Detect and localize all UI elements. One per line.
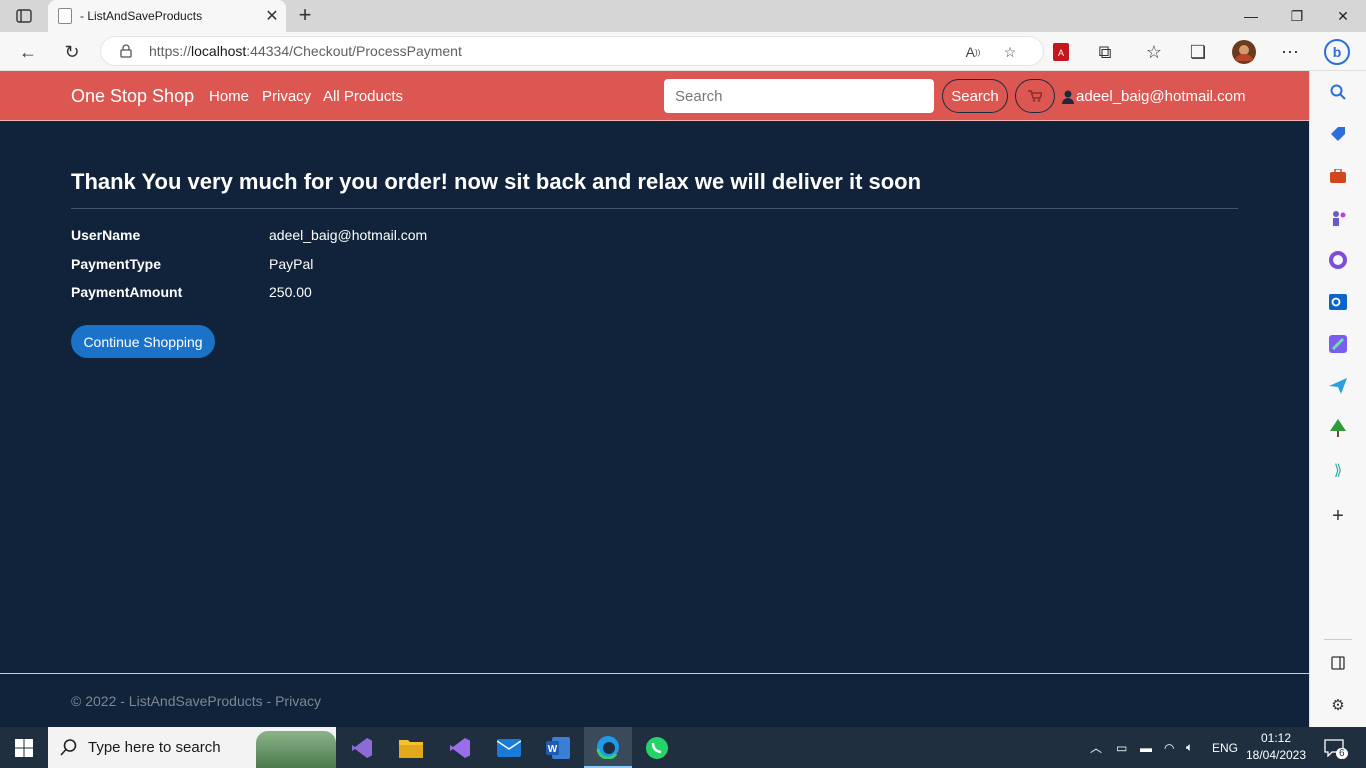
clock-time: 01:12: [1260, 731, 1292, 745]
favorites-icon[interactable]: ☆: [1139, 37, 1169, 67]
tab-actions-icon[interactable]: [10, 6, 38, 26]
read-aloud-icon[interactable]: A)): [961, 40, 985, 64]
search-highlight-image: [256, 731, 336, 768]
page-favicon-icon: [58, 8, 72, 24]
search-icon: [60, 739, 77, 756]
divider: [71, 208, 1238, 209]
microsoft-365-icon[interactable]: [1328, 250, 1348, 270]
username-label: UserName: [71, 227, 141, 243]
meet-now-icon[interactable]: ▭: [1116, 727, 1127, 768]
clock[interactable]: 01:12 18/04/2023: [1244, 730, 1308, 764]
windows-logo-icon: [15, 738, 33, 757]
designer-icon[interactable]: [1328, 334, 1348, 354]
restore-button[interactable]: ❐: [1274, 0, 1320, 32]
close-tab-icon[interactable]: ✕: [258, 6, 286, 26]
payment-type-label: PaymentType: [71, 256, 161, 272]
taskbar-search-placeholder: Type here to search: [88, 739, 221, 756]
edge-sidebar: ⟫ + ⚙: [1309, 71, 1366, 727]
cart-icon: [1028, 90, 1042, 102]
notification-count-badge: 6: [1336, 748, 1348, 759]
svg-text:b: b: [1333, 44, 1342, 60]
footer-privacy-link[interactable]: Privacy: [275, 693, 321, 709]
tree-icon[interactable]: [1328, 418, 1348, 438]
tools-briefcase-icon[interactable]: [1328, 166, 1348, 186]
brand-logo-link[interactable]: One Stop Shop: [71, 86, 194, 107]
footer: © 2022 - ListAndSaveProducts - Privacy: [71, 693, 321, 709]
svg-text:A: A: [1058, 48, 1064, 58]
bing-copilot-icon[interactable]: b: [1322, 37, 1352, 67]
browser-toolbar: ← ↻ https://localhost:44334/Checkout/Pro…: [0, 32, 1366, 71]
file-explorer-icon[interactable]: [387, 727, 435, 768]
payment-amount-value: 250.00: [269, 284, 312, 300]
thank-you-heading: Thank You very much for you order! now s…: [71, 169, 922, 194]
user-email: adeel_baig@hotmail.com: [1076, 88, 1246, 105]
nav-link-all-products[interactable]: All Products: [323, 88, 403, 105]
search-icon[interactable]: [1328, 82, 1348, 102]
new-tab-button[interactable]: +: [292, 3, 318, 29]
extensions-icon[interactable]: ⧉: [1090, 37, 1120, 67]
more-options-icon[interactable]: ⋯: [1275, 37, 1305, 67]
footer-copyright: © 2022 - ListAndSaveProducts -: [71, 693, 276, 709]
show-hidden-icons-chevron-icon[interactable]: ︿: [1090, 727, 1102, 768]
browser-tab[interactable]: - ListAndSaveProducts ✕: [48, 0, 286, 32]
shopping-tag-icon[interactable]: [1328, 124, 1348, 144]
address-bar[interactable]: https://localhost:44334/Checkout/Process…: [100, 36, 1044, 66]
url-text: https://localhost:44334/Checkout/Process…: [149, 43, 462, 59]
visual-studio-icon[interactable]: [436, 727, 484, 768]
wave-icon[interactable]: ⟫: [1328, 460, 1348, 480]
payment-amount-label: PaymentAmount: [71, 284, 183, 300]
add-favorite-icon[interactable]: ☆: [998, 40, 1022, 64]
send-icon[interactable]: [1328, 376, 1348, 396]
games-icon[interactable]: [1328, 208, 1348, 228]
site-navbar: One Stop Shop Home Privacy All Products …: [0, 71, 1309, 121]
windows-taskbar: Type here to search W ︿ ▭ ▬ ◠ 🔈︎ ENG 01:…: [0, 727, 1366, 768]
word-icon[interactable]: W: [534, 727, 582, 768]
hide-sidebar-icon[interactable]: [1328, 653, 1348, 673]
browser-tab-bar: - ListAndSaveProducts ✕ + — ❐ ✕: [0, 0, 1366, 32]
continue-shopping-button[interactable]: Continue Shopping: [71, 325, 215, 358]
payment-type-value: PayPal: [269, 256, 314, 272]
outlook-icon[interactable]: [1328, 292, 1348, 312]
pdf-extension-icon[interactable]: A: [1046, 37, 1076, 67]
tab-title: - ListAndSaveProducts: [80, 9, 203, 23]
settings-gear-icon[interactable]: ⚙: [1328, 695, 1348, 715]
nav-link-privacy[interactable]: Privacy: [262, 88, 311, 105]
user-account-link[interactable]: adeel_baig@hotmail.com: [1062, 88, 1246, 105]
notifications-button[interactable]: 6: [1324, 727, 1348, 768]
windows-start-button[interactable]: [0, 727, 48, 768]
username-value: adeel_baig@hotmail.com: [269, 227, 428, 243]
close-window-button[interactable]: ✕: [1320, 0, 1366, 32]
sidebar-divider: [1324, 639, 1352, 640]
microsoft-edge-icon[interactable]: [584, 727, 632, 768]
back-button[interactable]: ←: [13, 37, 43, 67]
add-sidebar-app-icon[interactable]: +: [1328, 505, 1348, 527]
visual-studio-code-icon[interactable]: [338, 727, 386, 768]
clock-date: 18/04/2023: [1245, 748, 1307, 762]
user-icon: [1062, 90, 1074, 104]
footer-divider: [0, 673, 1309, 674]
whatsapp-icon[interactable]: [633, 727, 681, 768]
nav-link-home[interactable]: Home: [209, 88, 249, 105]
cart-button[interactable]: [1015, 79, 1055, 113]
collections-icon[interactable]: ❏: [1183, 37, 1213, 67]
profile-avatar[interactable]: [1229, 37, 1259, 67]
wifi-icon[interactable]: ◠: [1164, 727, 1174, 768]
lock-icon: [120, 44, 132, 58]
language-indicator[interactable]: ENG: [1212, 727, 1238, 768]
search-button[interactable]: Search: [942, 79, 1008, 113]
minimize-button[interactable]: —: [1228, 0, 1274, 32]
mail-icon[interactable]: [485, 727, 533, 768]
svg-text:W: W: [548, 744, 558, 755]
battery-icon[interactable]: ▬: [1140, 727, 1152, 768]
search-input[interactable]: [664, 79, 934, 113]
refresh-button[interactable]: ↻: [57, 37, 87, 67]
web-page: One Stop Shop Home Privacy All Products …: [0, 71, 1309, 727]
volume-icon[interactable]: 🔈︎: [1186, 727, 1193, 768]
